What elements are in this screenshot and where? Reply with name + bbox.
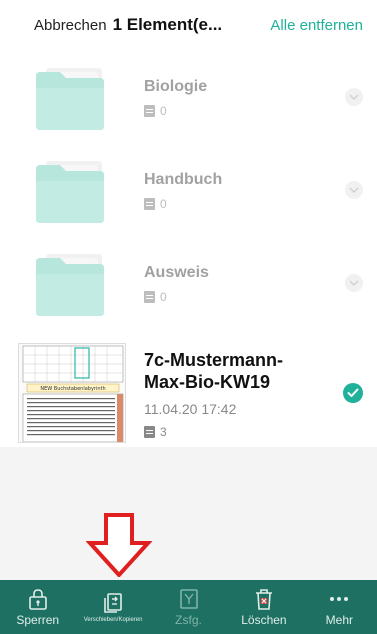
folder-name: Handbuch <box>144 171 223 188</box>
move-copy-label: Verschieben/Kopieren <box>83 616 143 623</box>
document-date: 11.04.20 17:42 <box>144 401 237 417</box>
folder-icon <box>36 254 104 316</box>
down-arrow-icon <box>86 513 152 577</box>
more-icon <box>330 596 349 601</box>
folder-count: 0 <box>144 104 167 118</box>
delete-icon <box>255 588 272 610</box>
app-screen: Abbrechen 1 Element(e... Alle entfernen … <box>0 0 377 634</box>
folder-name: Biologie <box>144 78 208 95</box>
document-title-line1: 7c-Mustermann- <box>144 350 284 370</box>
header-bar: Abbrechen 1 Element(e... Alle entfernen <box>0 0 377 50</box>
lock-label: Sperren <box>16 612 60 627</box>
document-page-count: 3 <box>144 425 167 439</box>
chevron-down-icon[interactable] <box>345 274 363 292</box>
merge-label: Zsfg. <box>175 612 202 627</box>
folder-icon <box>36 161 104 223</box>
page-icon <box>144 198 155 210</box>
document-thumbnail: NEW Buchstabenlabyrinth <box>18 343 126 443</box>
cancel-button[interactable]: Abbrechen <box>34 17 107 34</box>
folder-count: 0 <box>144 290 167 304</box>
folder-count-value: 0 <box>160 290 167 304</box>
merge-button[interactable]: Zsfg. <box>151 580 226 634</box>
merge-icon <box>179 588 198 609</box>
folder-count-value: 0 <box>160 104 167 118</box>
bottom-toolbar: Sperren Verschieben/Kopieren Zsfg. Lösch… <box>0 580 377 634</box>
delete-button[interactable]: Löschen <box>226 580 301 634</box>
folder-item-biologie[interactable]: Biologie 0 <box>0 60 377 153</box>
move-copy-button[interactable]: Verschieben/Kopieren <box>75 580 150 634</box>
selection-title: 1 Element(e... <box>112 15 223 34</box>
folder-name: Ausweis <box>144 264 209 281</box>
folder-icon <box>36 68 104 130</box>
folder-count: 0 <box>144 197 167 211</box>
empty-area <box>0 447 377 580</box>
page-icon <box>144 105 155 117</box>
lock-button[interactable]: Sperren <box>0 580 75 634</box>
folder-item-handbuch[interactable]: Handbuch 0 <box>0 153 377 246</box>
more-label: Mehr <box>325 612 353 627</box>
more-button[interactable]: Mehr <box>302 580 377 634</box>
page-icon <box>144 426 155 438</box>
chevron-down-icon[interactable] <box>345 181 363 199</box>
move-copy-icon <box>104 592 122 613</box>
delete-label: Löschen <box>241 612 287 627</box>
document-pages-value: 3 <box>160 425 167 439</box>
word-search-worksheet-image: NEW Buchstabenlabyrinth <box>19 344 125 442</box>
page-icon <box>144 291 155 303</box>
folder-item-ausweis[interactable]: Ausweis 0 <box>0 246 377 339</box>
remove-all-button[interactable]: Alle entfernen <box>270 17 363 34</box>
chevron-down-icon[interactable] <box>345 88 363 106</box>
check-icon[interactable] <box>343 383 363 403</box>
lock-icon <box>28 588 47 610</box>
folder-count-value: 0 <box>160 197 167 211</box>
document-item-selected[interactable]: NEW Buchstabenlabyrinth 7c-Mustermann- M… <box>0 339 377 449</box>
thumb-caption: NEW Buchstabenlabyrinth <box>40 386 105 392</box>
document-title-line2: Max-Bio-KW19 <box>144 372 271 392</box>
document-title: 7c-Mustermann- Max-Bio-KW19 <box>144 349 324 393</box>
file-list: Biologie 0 Handbuch 0 Ausweis 0 NEW Buch… <box>0 60 377 449</box>
